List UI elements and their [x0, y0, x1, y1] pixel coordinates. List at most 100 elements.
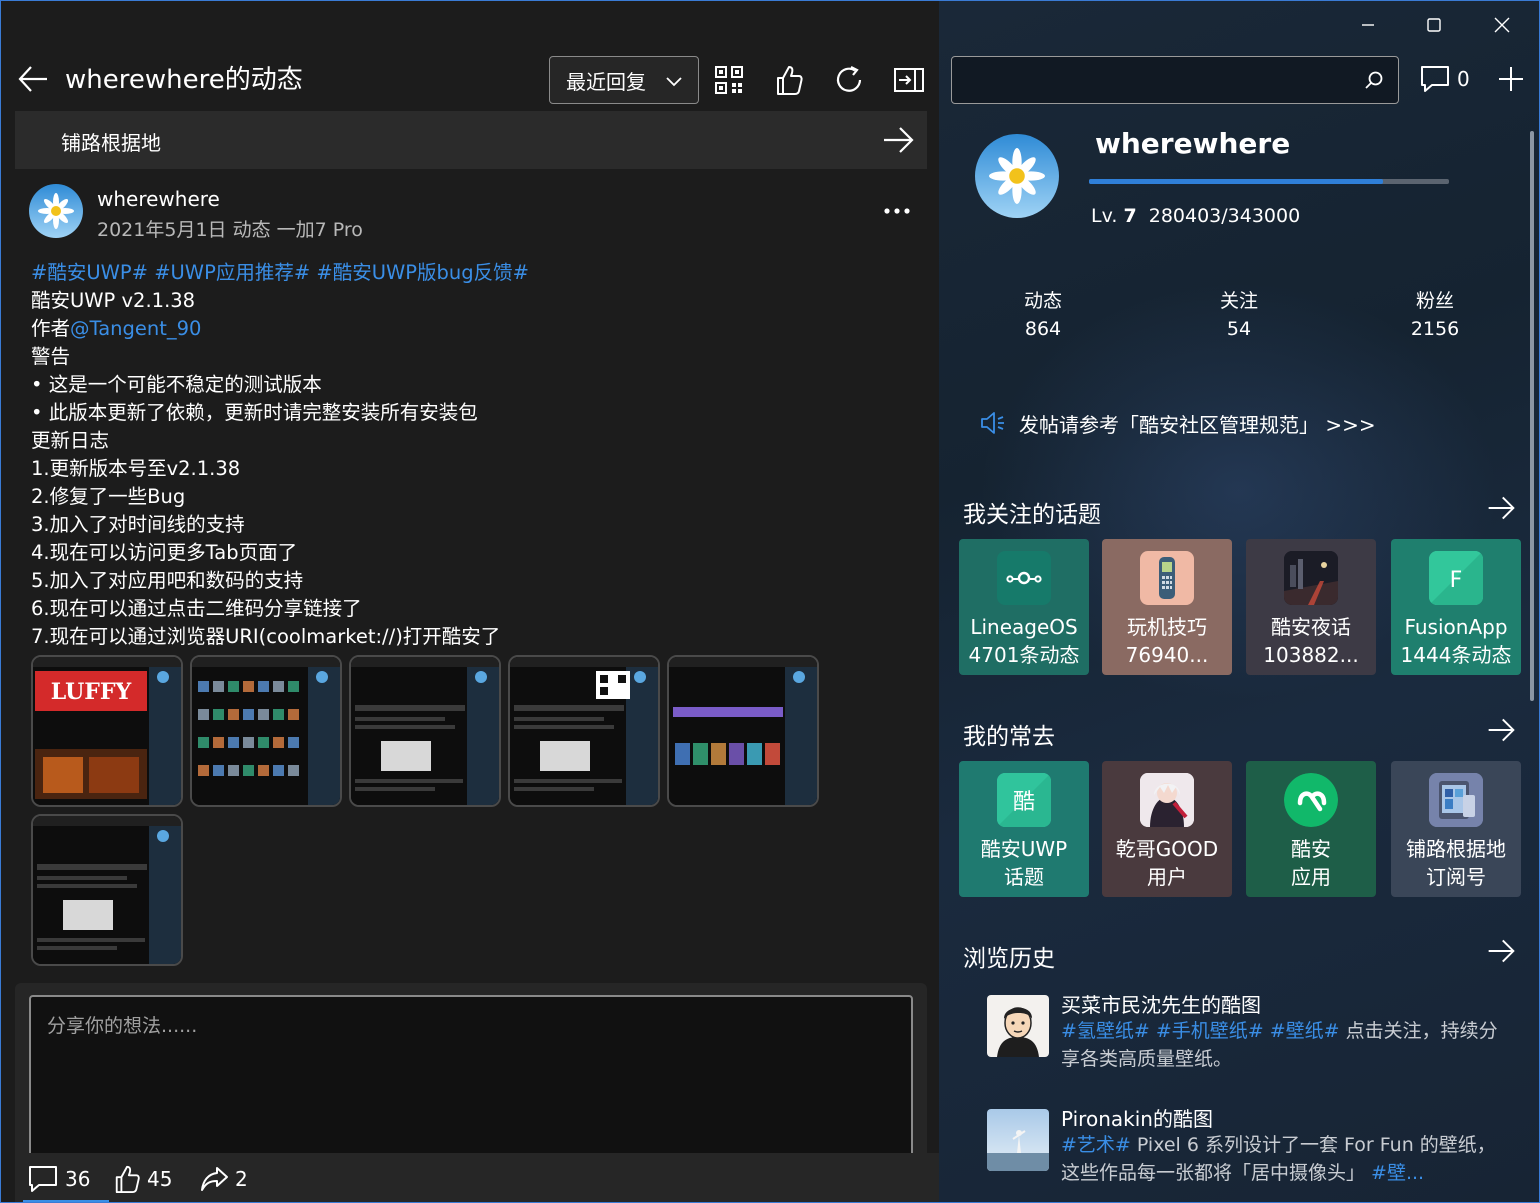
post-line: 2.修复了一些Bug — [31, 485, 186, 508]
history-title: 浏览历史 — [963, 946, 1055, 972]
likes-count: 45 — [147, 1167, 173, 1191]
stat-label: 动态 — [1023, 290, 1062, 312]
history-item-desc: #艺术# Pixel 6 系列设计了一套 For Fun 的壁纸，这些作品每一张… — [1061, 1131, 1501, 1187]
minimize-button[interactable] — [1345, 9, 1391, 41]
post-line: 6.现在可以通过点击二维码分享链接了 — [31, 597, 362, 620]
post-image-thumbnail[interactable] — [190, 655, 342, 807]
back-button[interactable] — [15, 61, 51, 97]
stat-label: 关注 — [1219, 290, 1258, 312]
post-image-thumbnail[interactable] — [31, 814, 183, 966]
post-lines: 警告 • 这是一个可能不稳定的测试版本 • 此版本更新了依赖，更新时请完整安装所有安… — [31, 343, 911, 651]
history-avatar — [987, 1109, 1049, 1171]
post-line: 7.现在可以通过浏览器URI(coolmarket://)打开酷安了 — [31, 625, 501, 648]
post-line: 警告 — [31, 345, 71, 368]
topic-tile-tips[interactable]: 玩机技巧 76940... — [1102, 539, 1232, 675]
comments-count: 36 — [65, 1167, 91, 1191]
post-line: 3.加入了对时间线的支持 — [31, 513, 245, 536]
stat-feeds[interactable]: 动态 864 — [983, 287, 1103, 343]
maximize-icon — [1427, 18, 1441, 32]
post-image-thumbnail[interactable] — [508, 655, 660, 807]
more-options-button[interactable] — [879, 197, 915, 225]
post-author-name[interactable]: wherewhere — [97, 187, 220, 211]
topic-tile-lineageos[interactable]: LineageOS 4701条动态 — [959, 539, 1089, 675]
experience-progress-fill — [1089, 179, 1384, 184]
sort-dropdown[interactable]: 最近回复 — [549, 56, 699, 104]
notice-link[interactable]: 发帖请参考「酷安社区管理规范」 >>> — [979, 407, 1376, 439]
post-line: 4.现在可以访问更多Tab页面了 — [31, 541, 298, 564]
svg-text:LUFFY: LUFFY — [51, 679, 132, 705]
frequent-tile-base[interactable]: 铺路根据地 订阅号 — [1391, 761, 1521, 897]
topic-tile-fusionapp[interactable]: F FusionApp 1444条动态 — [1391, 539, 1521, 675]
level-value: 7 — [1123, 205, 1137, 227]
arrow-right-icon — [1488, 718, 1515, 742]
tile-subtitle: 4701条动态 — [968, 643, 1080, 667]
plus-icon — [1499, 67, 1523, 91]
likes-button[interactable]: 45 — [113, 1161, 172, 1197]
share-button[interactable]: 2 — [199, 1161, 248, 1197]
close-button[interactable] — [1479, 9, 1525, 41]
back-arrow-icon — [18, 66, 47, 92]
arrow-right-icon — [1488, 496, 1515, 520]
post-image-thumbnail[interactable] — [349, 655, 501, 807]
post-image-thumbnail[interactable]: LUFFY — [31, 655, 183, 807]
pane-toggle-icon — [894, 68, 924, 92]
comment-area — [15, 983, 927, 1165]
maximize-button[interactable] — [1411, 9, 1457, 41]
like-button[interactable] — [769, 59, 809, 101]
profile-name: wherewhere — [1095, 127, 1291, 160]
frequent-title: 我的常去 — [963, 724, 1055, 750]
topic-bar[interactable]: 铺路根据地 — [15, 111, 927, 169]
followed-topics-title: 我关注的话题 — [963, 502, 1101, 528]
topic-bar-label: 铺路根据地 — [61, 131, 161, 155]
stat-fans[interactable]: 粉丝 2156 — [1375, 287, 1495, 343]
refresh-button[interactable] — [829, 59, 869, 101]
search-icon[interactable] — [1364, 70, 1384, 90]
search-box[interactable] — [951, 56, 1399, 104]
post-action-bar: 36 45 2 — [15, 1153, 939, 1202]
fusionapp-icon: F — [1429, 551, 1483, 605]
topic-tile-night-talk[interactable]: 酷安夜话 103882... — [1246, 539, 1376, 675]
profile-avatar[interactable] — [975, 134, 1059, 218]
comments-button[interactable]: 36 — [27, 1161, 90, 1197]
comment-input[interactable] — [47, 1011, 887, 1041]
tile-title: 乾哥GOOD — [1115, 837, 1219, 861]
history-more-button[interactable] — [1483, 933, 1519, 969]
pane-toggle-button[interactable] — [889, 59, 929, 101]
history-item-desc: #氢壁纸# #手机壁纸# #壁纸# 点击关注，持续分享各类高质量壁纸。 — [1061, 1017, 1501, 1073]
add-button[interactable] — [1491, 59, 1531, 99]
history-item-tags-more[interactable]: #壁... — [1365, 1162, 1424, 1184]
tile-subtitle: 76940... — [1125, 643, 1209, 667]
post-image-thumbnail[interactable] — [667, 655, 819, 807]
stat-value: 54 — [1226, 318, 1252, 340]
stat-following[interactable]: 关注 54 — [1179, 287, 1299, 343]
qr-code-button[interactable] — [709, 59, 749, 101]
followed-topics-more-button[interactable] — [1483, 490, 1519, 526]
frequent-tile-coolapk-uwp[interactable]: 酷 酷安UWP 话题 — [959, 761, 1089, 897]
author-mention-link[interactable]: @Tangent_90 — [70, 317, 201, 340]
notice-text: 发帖请参考「酷安社区管理规范」 >>> — [1019, 412, 1376, 437]
history-item-tags[interactable]: #氢壁纸# #手机壁纸# #壁纸# — [1061, 1020, 1340, 1042]
tile-subtitle: 103882... — [1263, 643, 1359, 667]
post-tags[interactable]: #酷安UWP# #UWP应用推荐# #酷安UWP版bug反馈# — [31, 259, 911, 287]
post-line-author: 作者@Tangent_90 — [31, 315, 911, 343]
search-input[interactable] — [964, 67, 1354, 93]
frequent-tile-user[interactable]: 乾哥GOOD 用户 — [1102, 761, 1232, 897]
qr-code-icon — [715, 66, 743, 94]
thumb-up-icon — [777, 66, 803, 95]
tile-title: FusionApp — [1404, 615, 1508, 639]
tile-subtitle: 用户 — [1147, 865, 1187, 889]
history-item-tags[interactable]: #艺术# — [1061, 1134, 1131, 1156]
post-line: 1.更新版本号至v2.1.38 — [31, 457, 241, 480]
exp-value: 280403/343000 — [1148, 205, 1301, 227]
frequent-tile-coolapk-app[interactable]: 酷安 应用 — [1246, 761, 1376, 897]
scrollbar[interactable] — [1530, 131, 1534, 701]
post-line: 5.加入了对应用吧和数码的支持 — [31, 569, 304, 592]
post-body: #酷安UWP# #UWP应用推荐# #酷安UWP版bug反馈# 酷安UWP v2… — [31, 259, 911, 651]
comment-box[interactable] — [29, 995, 913, 1165]
minimize-icon — [1362, 24, 1374, 26]
post-line: 更新日志 — [31, 429, 110, 452]
frequent-more-button[interactable] — [1483, 712, 1519, 748]
messages-button[interactable]: 0 — [1419, 59, 1470, 99]
svg-text:F: F — [1450, 568, 1463, 593]
post-author-avatar[interactable] — [29, 184, 83, 238]
